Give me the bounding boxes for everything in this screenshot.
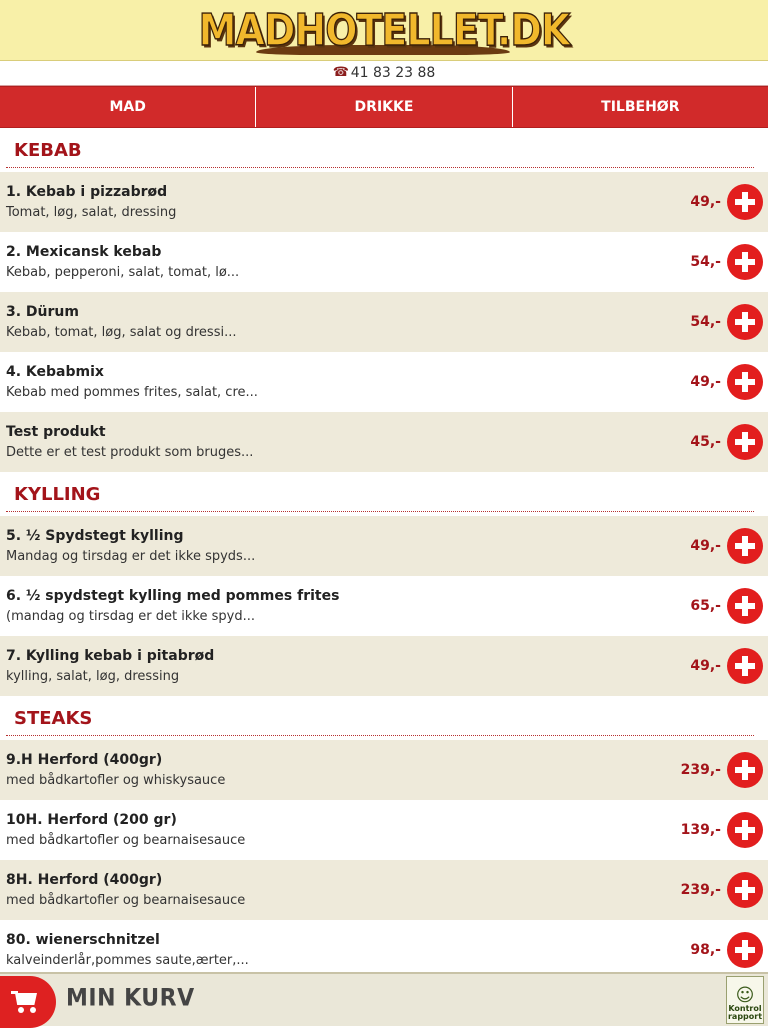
menu-item[interactable]: 1. Kebab i pizzabrød Tomat, løg, salat, d…	[0, 172, 768, 232]
plus-circle-icon[interactable]	[727, 528, 763, 564]
category-nav: MAD DRIKKE TILBEHØR	[0, 86, 768, 128]
menu-item-price: 49,-	[690, 194, 721, 210]
phone-icon: ☎	[332, 65, 349, 80]
logo[interactable]: MADHOTELLET.DK	[198, 4, 571, 56]
menu-item-price: 98,-	[690, 942, 721, 958]
smiley-icon: ☺	[735, 985, 755, 1006]
tab-tilbehor[interactable]: TILBEHØR	[513, 87, 768, 127]
menu-item-price: 65,-	[690, 598, 721, 614]
menu-item-name: 2. Mexicansk kebab	[6, 244, 162, 260]
plus-circle-icon[interactable]	[727, 244, 763, 280]
menu-item[interactable]: 9.H Herford (400gr) med bådkartofler og w…	[0, 740, 768, 800]
plus-circle-icon[interactable]	[727, 364, 763, 400]
menu-item-text: 4. Kebabmix Kebab med pommes frites, sala…	[0, 364, 690, 400]
menu-item-description: med bådkartofler og bearnaisesauce	[6, 833, 246, 848]
menu-item-name: 6. ½ spydstegt kylling med pommes frites	[6, 588, 340, 604]
menu-item-name: 3. Dürum	[6, 304, 79, 320]
menu-item-description: Mandag og tirsdag er det ikke spyds...	[6, 549, 256, 564]
logo-text: MADHOTELLET.DK	[198, 4, 571, 56]
menu-item-text: 8H. Herford (400gr) med bådkartofler og b…	[0, 872, 681, 908]
menu-item-name: 10H. Herford (200 gr)	[6, 812, 177, 828]
menu-item-text: 2. Mexicansk kebab Kebab, pepperoni, sala…	[0, 244, 690, 280]
menu-item-description: Kebab, tomat, løg, salat og dressi...	[6, 325, 237, 340]
menu-item-text: 80. wienerschnitzel kalveinderlår,pommes …	[0, 932, 690, 968]
plus-circle-icon[interactable]	[727, 588, 763, 624]
menu-item-description: Kebab, pepperoni, salat, tomat, lø...	[6, 265, 240, 280]
site-header: MADHOTELLET.DK	[0, 0, 768, 61]
menu-item-price: 54,-	[690, 254, 721, 270]
menu-item[interactable]: 3. Dürum Kebab, tomat, løg, salat og dres…	[0, 292, 768, 352]
plus-circle-icon[interactable]	[727, 304, 763, 340]
phone-bar: ☎ 41 83 23 88	[0, 61, 768, 86]
menu-item[interactable]: 2. Mexicansk kebab Kebab, pepperoni, sala…	[0, 232, 768, 292]
kontrol-rapport-label: Kontrol rapport	[727, 1004, 763, 1021]
menu-item-text: Test produkt Dette er et test produkt som…	[0, 424, 690, 460]
plus-circle-icon[interactable]	[727, 424, 763, 460]
menu-item-description: kalveinderlår,pommes saute,ærter,...	[6, 953, 249, 968]
menu-item-name: Test produkt	[6, 424, 106, 440]
menu-item-description: med bådkartofler og bearnaisesauce	[6, 893, 246, 908]
menu-item[interactable]: 4. Kebabmix Kebab med pommes frites, sala…	[0, 352, 768, 412]
tab-drikke[interactable]: DRIKKE	[256, 87, 513, 127]
menu-item-text: 10H. Herford (200 gr) med bådkartofler og…	[0, 812, 681, 848]
menu-item-price: 239,-	[680, 882, 721, 898]
menu-item-name: 4. Kebabmix	[6, 364, 104, 380]
menu-item-price: 49,-	[690, 658, 721, 674]
menu-item[interactable]: 6. ½ spydstegt kylling med pommes frites…	[0, 576, 768, 636]
plus-circle-icon[interactable]	[727, 872, 763, 908]
menu-item[interactable]: 10H. Herford (200 gr) med bådkartofler og…	[0, 800, 768, 860]
menu-item-text: 5. ½ Spydstegt kylling Mandag og tirsdag …	[0, 528, 690, 564]
cart-bar[interactable]: MIN KURV ☺ Kontrol rapport	[0, 972, 768, 1028]
menu-item-description: med bådkartofler og whiskysauce	[6, 773, 226, 788]
menu-list: KEBAB 1. Kebab i pizzabrød Tomat, løg, sal…	[0, 128, 768, 980]
section-title: STEAKS	[0, 696, 768, 740]
cart-button[interactable]	[0, 976, 56, 1028]
menu-item-price: 49,-	[690, 374, 721, 390]
menu-item[interactable]: 5. ½ Spydstegt kylling Mandag og tirsdag …	[0, 516, 768, 576]
section-title: KEBAB	[0, 128, 768, 172]
shopping-cart-icon	[11, 991, 39, 1013]
menu-item-name: 5. ½ Spydstegt kylling	[6, 528, 184, 544]
cart-label[interactable]: MIN KURV	[66, 985, 195, 1013]
menu-item[interactable]: Test produkt Dette er et test produkt som…	[0, 412, 768, 472]
menu-item-price: 54,-	[690, 314, 721, 330]
phone-number[interactable]: 41 83 23 88	[351, 65, 436, 81]
plus-circle-icon[interactable]	[727, 812, 763, 848]
menu-item-price: 45,-	[690, 434, 721, 450]
menu-item[interactable]: 8H. Herford (400gr) med bådkartofler og b…	[0, 860, 768, 920]
menu-item-name: 1. Kebab i pizzabrød	[6, 184, 168, 200]
kontrol-rapport-badge[interactable]: ☺ Kontrol rapport	[726, 976, 764, 1024]
menu-item-price: 49,-	[690, 538, 721, 554]
plus-circle-icon[interactable]	[727, 648, 763, 684]
menu-item-description: Kebab med pommes frites, salat, cre...	[6, 385, 258, 400]
menu-item[interactable]: 80. wienerschnitzel kalveinderlår,pommes …	[0, 920, 768, 980]
menu-item-name: 7. Kylling kebab i pitabrød	[6, 648, 215, 664]
menu-item[interactable]: 7. Kylling kebab i pitabrød kylling, sala…	[0, 636, 768, 696]
plus-circle-icon[interactable]	[727, 752, 763, 788]
menu-item-name: 8H. Herford (400gr)	[6, 872, 163, 888]
menu-item-text: 7. Kylling kebab i pitabrød kylling, sala…	[0, 648, 690, 684]
menu-item-name: 80. wienerschnitzel	[6, 932, 160, 948]
menu-item-name: 9.H Herford (400gr)	[6, 752, 163, 768]
menu-item-price: 139,-	[680, 822, 721, 838]
menu-item-description: (mandag og tirsdag er det ikke spyd...	[6, 609, 255, 624]
plus-circle-icon[interactable]	[727, 184, 763, 220]
plus-circle-icon[interactable]	[727, 932, 763, 968]
menu-item-description: Dette er et test produkt som bruges...	[6, 445, 254, 460]
menu-item-price: 239,-	[680, 762, 721, 778]
section-title: KYLLING	[0, 472, 768, 516]
menu-item-text: 9.H Herford (400gr) med bådkartofler og w…	[0, 752, 681, 788]
tab-mad[interactable]: MAD	[0, 87, 257, 127]
menu-item-description: kylling, salat, løg, dressing	[6, 669, 180, 684]
menu-item-text: 3. Dürum Kebab, tomat, løg, salat og dres…	[0, 304, 690, 340]
menu-item-description: Tomat, løg, salat, dressing	[6, 205, 177, 220]
menu-item-text: 6. ½ spydstegt kylling med pommes frites…	[0, 588, 690, 624]
menu-item-text: 1. Kebab i pizzabrød Tomat, løg, salat, d…	[0, 184, 690, 220]
